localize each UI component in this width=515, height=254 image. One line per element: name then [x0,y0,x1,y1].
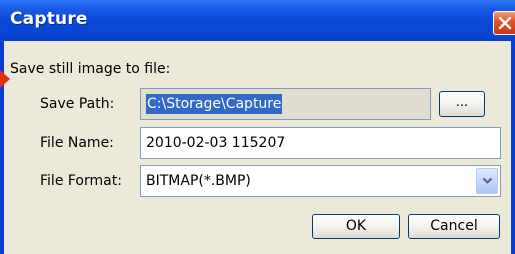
save-path-label: Save Path: [40,96,115,112]
close-button[interactable] [493,11,515,35]
dialog-heading: Save still image to file: [10,61,171,77]
chevron-down-icon [482,177,493,184]
dialog-body: Save still image to file: Save Path: C:\… [0,41,511,254]
title-bar[interactable]: Capture [0,0,515,41]
capture-dialog: Capture Save still image to file: Save P… [0,0,515,254]
file-name-value: 2010-02-03 115207 [146,135,286,151]
cancel-button[interactable]: Cancel [408,214,500,239]
file-name-field[interactable]: 2010-02-03 115207 [140,127,501,159]
pointer-arrow-icon [0,70,10,88]
ok-button[interactable]: OK [312,214,400,239]
window-title: Capture [10,9,88,29]
file-format-value: BITMAP(*.BMP) [146,173,251,189]
close-icon [498,16,512,30]
file-format-select[interactable]: BITMAP(*.BMP) [140,165,501,197]
save-path-field[interactable]: C:\Storage\Capture [140,88,431,120]
file-name-label: File Name: [40,135,114,151]
browse-button[interactable]: ... [439,91,485,117]
save-path-value: C:\Storage\Capture [146,94,283,114]
file-format-dropdown-button[interactable] [476,168,498,194]
file-format-label: File Format: [40,173,122,189]
